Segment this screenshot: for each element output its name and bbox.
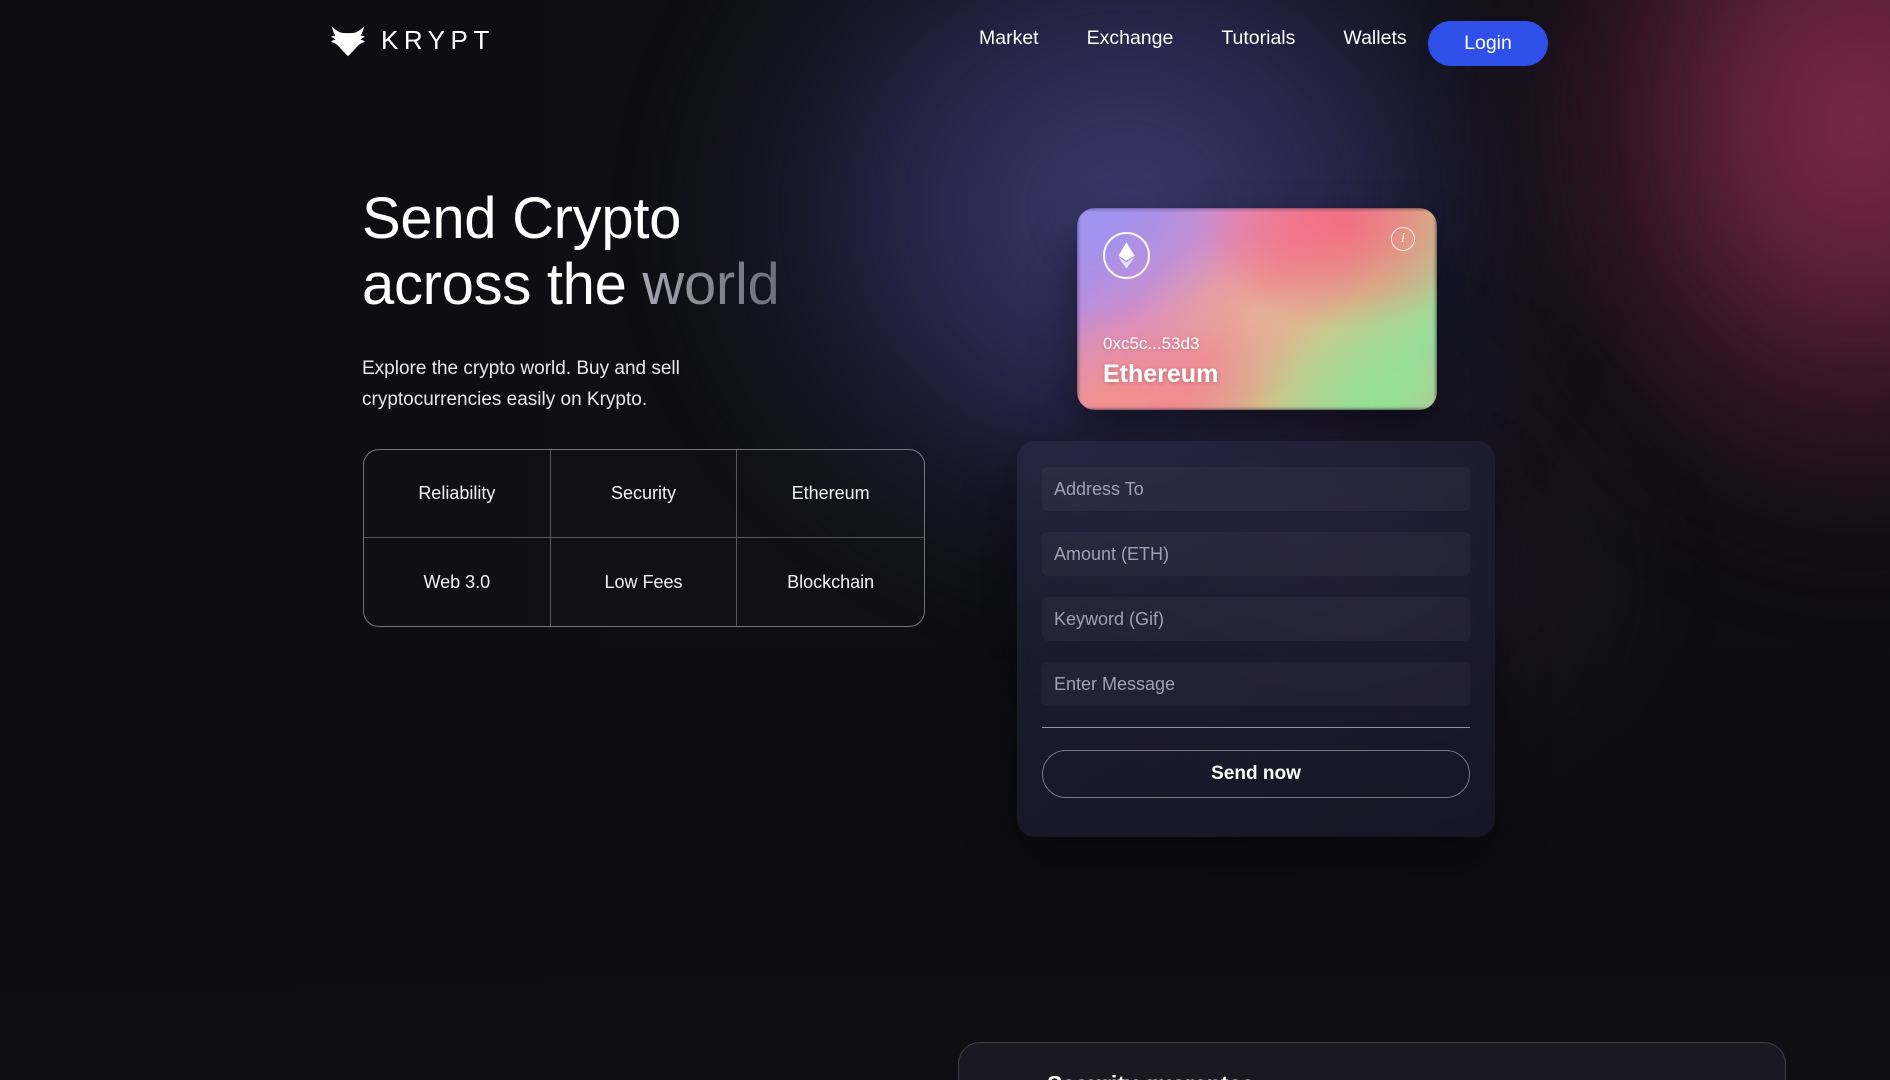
hero-title-line1: Send Crypto [362, 186, 682, 251]
hero-subtitle: Explore the crypto world. Buy and sell c… [362, 358, 680, 410]
feature-cell-reliability[interactable]: Reliability [364, 450, 551, 538]
nav-links: Market Exchange Tutorials Wallets [955, 27, 1431, 50]
amount-eth-input[interactable] [1042, 532, 1470, 576]
brand-logo[interactable]: KRYPT [328, 20, 495, 60]
feature-cell-blockchain[interactable]: Blockchain [737, 538, 924, 626]
info-icon[interactable]: i [1391, 227, 1415, 251]
ethereum-wallet-card[interactable]: i 0xc5c...53d3 Ethereum [1077, 208, 1437, 410]
page-root: KRYPT Market Exchange Tutorials Wallets … [0, 0, 1890, 1080]
navbar: KRYPT Market Exchange Tutorials Wallets … [0, 0, 1890, 90]
ethereum-diamond-icon [1103, 232, 1150, 279]
nav-link-tutorials[interactable]: Tutorials [1197, 27, 1319, 50]
hero-section: Send Crypto across the world Explore the… [362, 186, 962, 416]
feature-grid: Reliability Security Ethereum Web 3.0 Lo… [363, 449, 925, 627]
wallet-address: 0xc5c...53d3 [1103, 334, 1200, 353]
security-guarantee-title: Security guarantee [1047, 1071, 1254, 1080]
background-bottom-vignette [0, 600, 1890, 1080]
feature-cell-security[interactable]: Security [550, 450, 738, 538]
brand-name: KRYPT [381, 24, 495, 55]
krypt-bat-logo-icon [328, 20, 368, 60]
nav-link-market[interactable]: Market [955, 27, 1063, 50]
keyword-gif-input[interactable] [1042, 597, 1470, 641]
security-guarantee-card: Security guarantee [958, 1042, 1786, 1080]
nav-link-exchange[interactable]: Exchange [1063, 27, 1198, 50]
feature-cell-web3[interactable]: Web 3.0 [364, 538, 551, 626]
form-divider [1042, 727, 1470, 728]
hero-title-line2-dim: world [642, 252, 780, 318]
address-to-input[interactable] [1042, 467, 1470, 511]
send-now-button[interactable]: Send now [1042, 750, 1470, 798]
wallet-network-name: Ethereum [1103, 360, 1219, 388]
feature-cell-ethereum[interactable]: Ethereum [737, 450, 924, 538]
feature-cell-low-fees[interactable]: Low Fees [551, 538, 738, 626]
message-input[interactable] [1042, 662, 1470, 706]
hero-title-line2-bright: across the [362, 252, 643, 318]
nav-link-wallets[interactable]: Wallets [1319, 27, 1430, 50]
login-button[interactable]: Login [1428, 21, 1548, 66]
send-transaction-form: Send now [1017, 441, 1495, 837]
page-title: Send Crypto across the world [362, 186, 962, 318]
